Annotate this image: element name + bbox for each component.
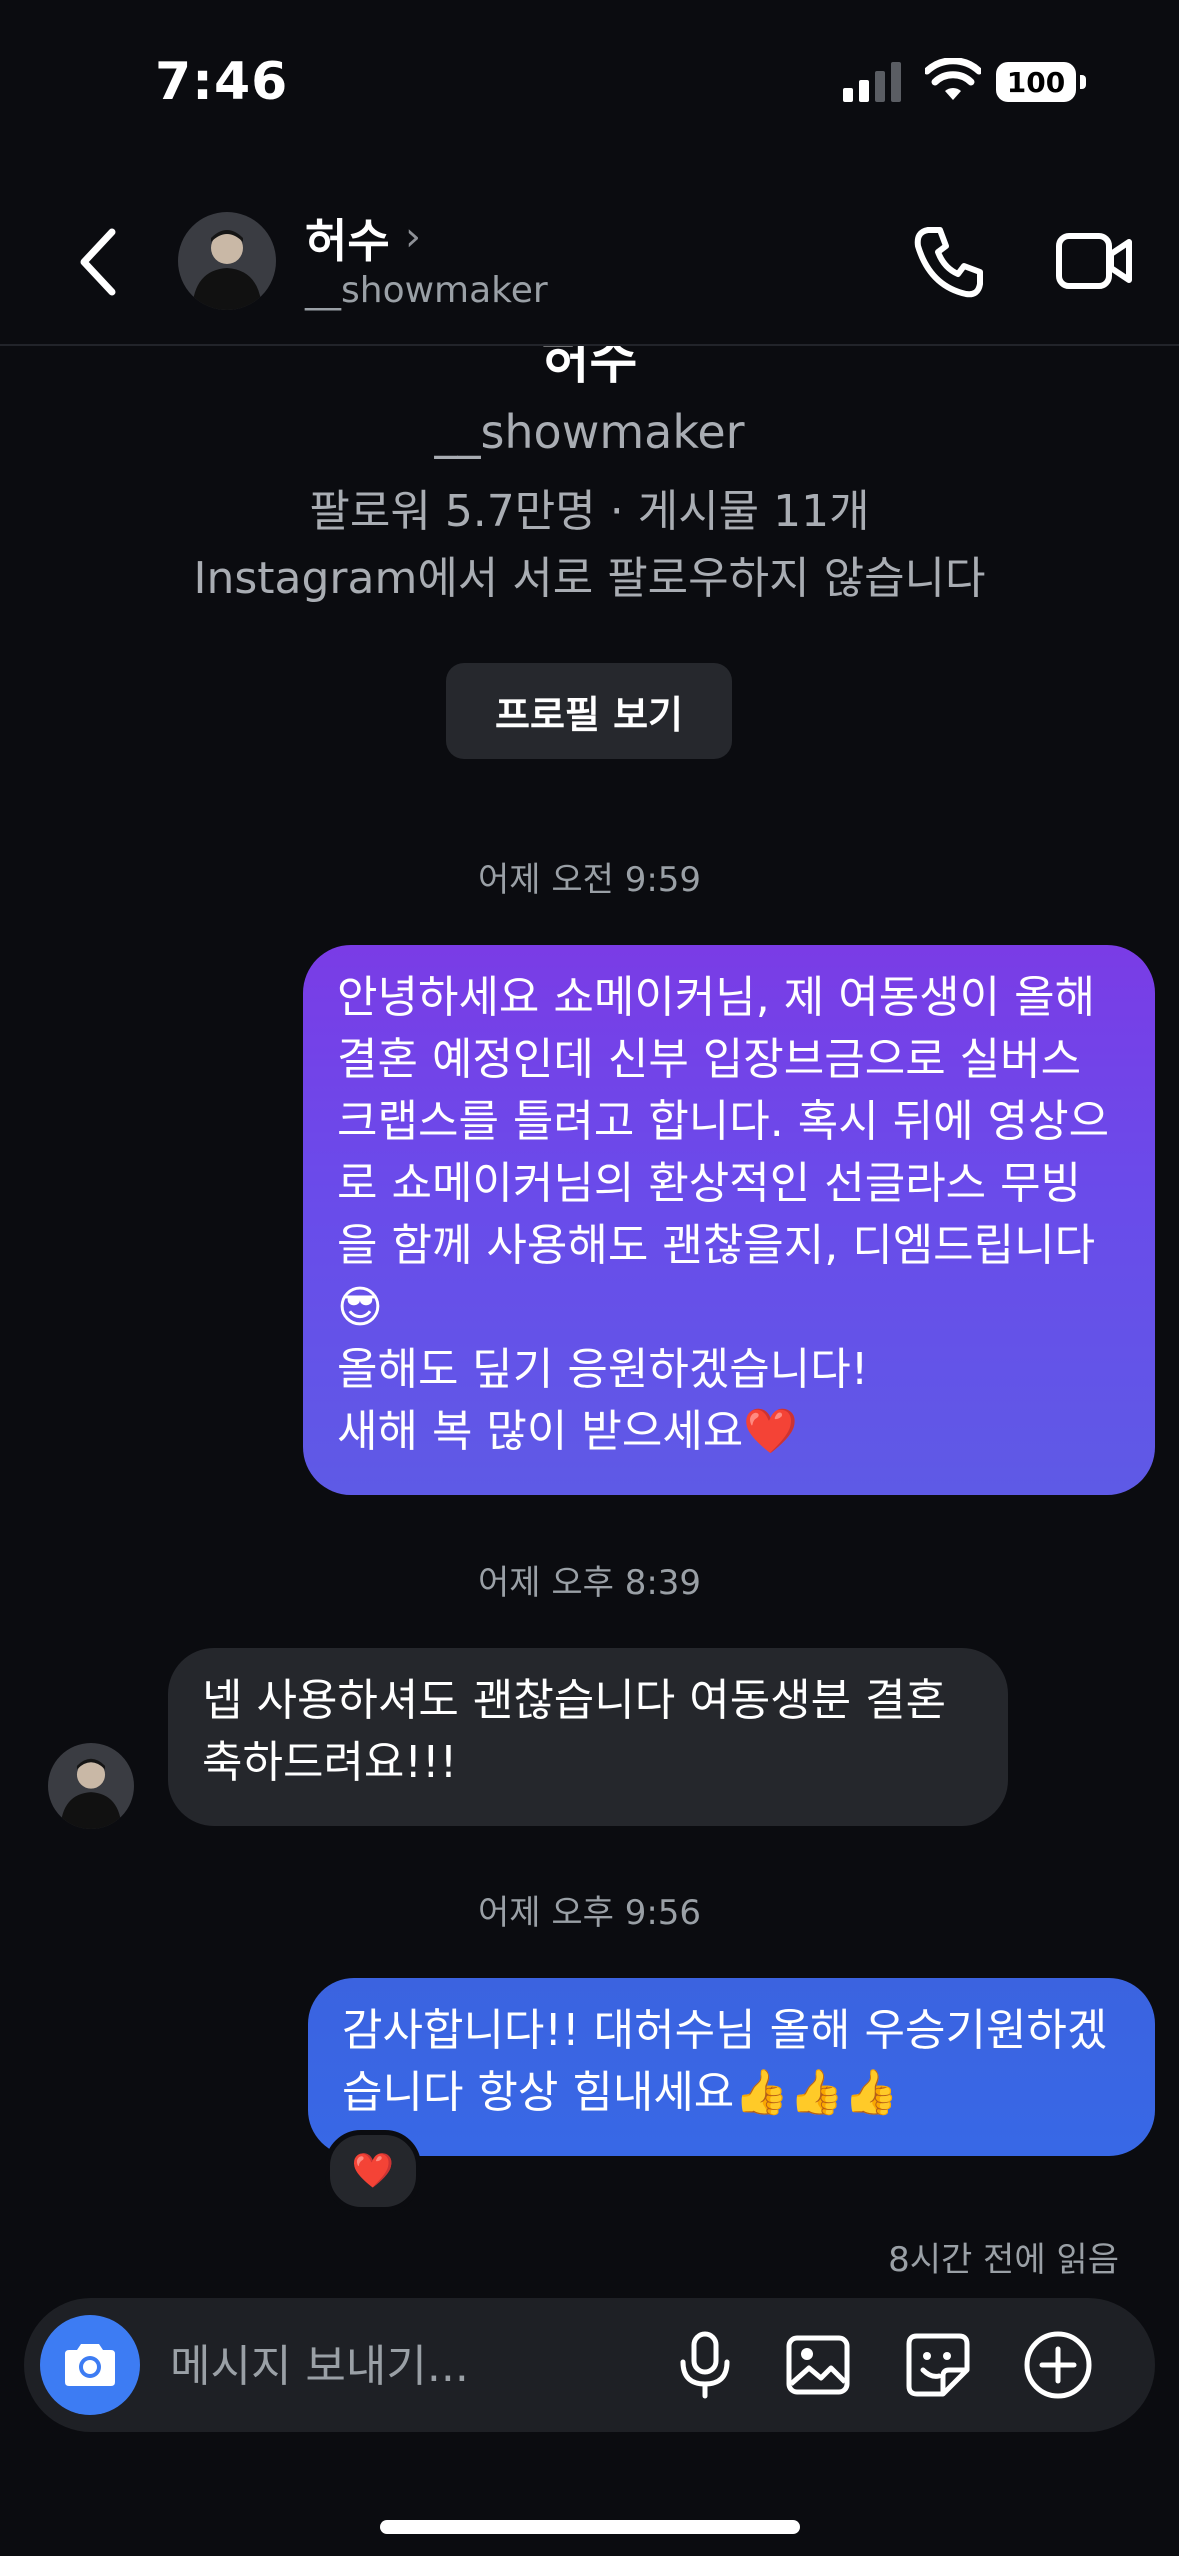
sender-avatar[interactable] <box>48 1743 134 1829</box>
read-receipt: 8시간 전에 읽음 <box>888 2240 1119 2280</box>
incoming-message-bubble[interactable]: 넵 사용하셔도 괜찮습니다 여동생분 결혼 축하드려요!!! <box>168 1648 1008 1826</box>
profile-follow-status: Instagram에서 서로 팔로우하지 않습니다 <box>193 553 986 604</box>
microphone-icon <box>680 2331 730 2399</box>
video-call-button[interactable] <box>1055 226 1135 296</box>
home-indicator <box>380 2520 800 2534</box>
header-avatar[interactable] <box>178 212 276 310</box>
phone-icon <box>914 227 983 298</box>
cellular-signal-icon <box>843 62 903 106</box>
outgoing-message-bubble[interactable]: 감사합니다!! 대허수님 올해 우승기원하겠 습니다 항상 힘내세요👍👍👍 <box>308 1978 1155 2156</box>
camera-button[interactable] <box>40 2315 140 2415</box>
sticker-button[interactable] <box>898 2325 978 2405</box>
message-input[interactable] <box>168 2325 652 2407</box>
back-arrow-icon <box>80 228 116 296</box>
message-timestamp: 어제 오전 9:59 <box>477 860 702 900</box>
message-timestamp: 어제 오후 8:39 <box>477 1563 702 1603</box>
video-camera-icon <box>1056 233 1132 289</box>
gallery-icon <box>786 2335 850 2395</box>
header-name[interactable]: 허수 <box>305 205 390 271</box>
profile-handle: __showmaker <box>434 405 745 459</box>
message-timestamp: 어제 오후 9:56 <box>477 1893 702 1933</box>
outgoing-message-bubble[interactable]: 안녕하세요 쇼메이커님, 제 여동생이 올해 결혼 예정인데 신부 입장브금으로… <box>303 945 1155 1495</box>
microphone-button[interactable] <box>665 2325 745 2405</box>
profile-stats: 팔로워 5.7만명 · 게시물 11개 <box>309 486 870 537</box>
plus-circle-icon <box>1024 2331 1092 2399</box>
reaction-badge[interactable]: ❤️ <box>325 2130 421 2212</box>
battery-level: 100 <box>996 62 1076 102</box>
voice-call-button[interactable] <box>908 222 988 302</box>
header-divider <box>0 344 1179 346</box>
chat-header <box>0 180 1179 345</box>
view-profile-button[interactable]: 프로필 보기 <box>446 663 732 759</box>
camera-icon <box>65 2344 115 2386</box>
heart-reaction-icon: ❤️ <box>351 2151 395 2191</box>
back-button[interactable] <box>70 222 130 302</box>
sticker-icon <box>906 2333 970 2397</box>
wifi-icon <box>923 57 983 106</box>
header-handle[interactable]: __showmaker <box>305 270 548 311</box>
battery-icon: 100 <box>996 62 1086 102</box>
chevron-right-icon: › <box>405 214 421 260</box>
status-time: 7:46 <box>155 52 289 112</box>
more-options-button[interactable] <box>1018 2325 1098 2405</box>
gallery-button[interactable] <box>778 2325 858 2405</box>
